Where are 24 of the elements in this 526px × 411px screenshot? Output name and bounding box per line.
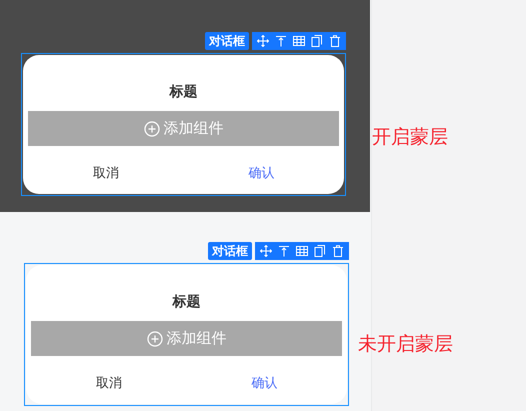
confirm-button[interactable]: 确认 [184, 162, 339, 184]
component-tag: 对话框 [205, 32, 249, 50]
add-circle-icon [146, 330, 162, 346]
cancel-button[interactable]: 取消 [28, 162, 184, 184]
selection-frame[interactable]: 标题 添加组件 取消 确认 [21, 53, 346, 196]
caption-text: 开启蒙层 [372, 125, 448, 150]
table-icon[interactable] [296, 245, 308, 257]
cancel-button[interactable]: 取消 [31, 372, 186, 394]
align-top-icon[interactable] [278, 245, 290, 257]
copy-icon[interactable] [314, 245, 326, 257]
selection-frame[interactable]: 标题 添加组件 取消 确认 [24, 263, 349, 406]
move-icon[interactable] [260, 245, 272, 257]
add-circle-icon [144, 120, 160, 136]
table-icon[interactable] [293, 35, 305, 47]
copy-icon[interactable] [311, 35, 323, 47]
delete-icon[interactable] [332, 245, 344, 257]
align-top-icon[interactable] [275, 35, 287, 47]
confirm-button[interactable]: 确认 [186, 372, 342, 394]
component-tag: 对话框 [208, 242, 252, 260]
dialog-title: 标题 [171, 293, 202, 311]
delete-icon[interactable] [329, 35, 341, 47]
caption-text: 未开启蒙层 [358, 332, 453, 357]
move-icon[interactable] [257, 35, 269, 47]
dialog-title: 标题 [168, 83, 198, 101]
